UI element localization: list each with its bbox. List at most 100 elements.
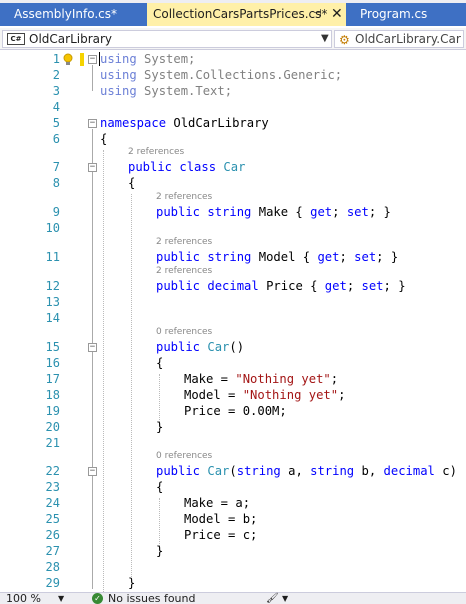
- line-number: 12: [45, 279, 60, 293]
- type-name: OldCarLibrary.Car: [355, 32, 461, 46]
- codelens-references[interactable]: 0 references: [156, 327, 212, 338]
- line-number: 18: [45, 388, 60, 402]
- code-text: ;: [330, 372, 339, 386]
- type-name: Car: [207, 464, 230, 478]
- csharp-project-icon: C#: [7, 33, 25, 45]
- collapse-icon[interactable]: −: [88, 119, 97, 128]
- glyph-margin: [0, 51, 22, 592]
- keyword: decimal: [383, 464, 435, 478]
- code-line: Model = b;: [184, 512, 258, 526]
- check-circle-icon: ✓: [92, 593, 103, 604]
- zoom-level[interactable]: 100 %: [6, 593, 41, 604]
- code-line: public class Car: [128, 159, 245, 175]
- keyword: public: [156, 279, 201, 293]
- lightbulb-icon[interactable]: [63, 53, 73, 66]
- type-dropdown[interactable]: ⚙ OldCarLibrary.Car: [334, 30, 464, 48]
- code-line: public Car(string a, string b, decimal c…: [156, 463, 457, 479]
- line-number: 22: [45, 464, 60, 478]
- type-name: Car: [223, 160, 246, 174]
- keyword: string: [207, 205, 252, 219]
- code-line: Make = "Nothing yet";: [184, 371, 338, 387]
- line-number: 15: [45, 340, 60, 354]
- code-text: b,: [354, 464, 384, 478]
- code-line: using System.Collections.Generic;: [100, 67, 342, 83]
- code-text: Make =: [184, 372, 236, 386]
- chevron-down-icon[interactable]: ▼: [58, 593, 64, 604]
- keyword: using: [100, 84, 137, 98]
- indent-guide: [103, 150, 104, 592]
- code-text: ; }: [383, 279, 406, 293]
- issues-status[interactable]: No issues found: [108, 593, 195, 604]
- code-cleanup-icon[interactable]: 🖌: [266, 593, 279, 604]
- keyword: public: [156, 340, 201, 354]
- keyword: set: [361, 279, 384, 293]
- code-line: }: [156, 544, 164, 558]
- collapse-icon[interactable]: −: [88, 343, 97, 352]
- tab-label: CollectionCarsPartsPrices.cs*: [153, 7, 328, 21]
- line-number: 26: [45, 528, 60, 542]
- code-text: ;: [339, 250, 355, 264]
- codelens-references[interactable]: 2 references: [156, 266, 212, 277]
- project-dropdown[interactable]: C# OldCarLibrary ▼: [2, 30, 332, 48]
- code-text: ;: [338, 388, 346, 402]
- keyword: public: [156, 464, 201, 478]
- code-text: Model {: [258, 250, 318, 264]
- line-number: 7: [52, 160, 60, 174]
- code-line: {: [156, 480, 164, 494]
- project-name: OldCarLibrary: [29, 32, 113, 46]
- collapse-icon[interactable]: −: [88, 467, 97, 476]
- line-number: 19: [45, 404, 60, 418]
- indent-guide: [131, 194, 132, 581]
- tab-collectioncarspartsprices[interactable]: CollectionCarsPartsPrices.cs* ⊣ ✕: [147, 3, 346, 26]
- code-text: ; }: [376, 250, 399, 264]
- code-line: public Car(): [156, 339, 244, 355]
- keyword: namespace: [100, 116, 167, 130]
- codelens-references[interactable]: 2 references: [128, 147, 184, 158]
- code-text: ;: [346, 279, 362, 293]
- collapse-icon[interactable]: −: [88, 55, 97, 64]
- line-number: 9: [52, 205, 60, 219]
- code-text: (): [229, 340, 245, 354]
- string-literal: "Nothing yet": [242, 388, 339, 402]
- collapse-icon[interactable]: −: [88, 163, 97, 172]
- indent-guide: [159, 374, 160, 422]
- code-editor[interactable]: − − − − − 1 2 3 4 5 6 7 8 9 10 11 12 13 …: [0, 51, 466, 592]
- line-number: 2: [52, 68, 60, 82]
- keyword: public: [156, 250, 201, 264]
- line-number: 11: [45, 250, 60, 264]
- outline-line: [92, 353, 93, 425]
- code-text: Make {: [258, 205, 311, 219]
- code-text: System;: [136, 52, 196, 66]
- chevron-down-icon[interactable]: ▼: [321, 31, 329, 47]
- line-number: 23: [45, 480, 60, 494]
- code-line: Price = 0.00M;: [184, 404, 287, 418]
- code-line: public string Model { get; set; }: [156, 249, 398, 265]
- codelens-references[interactable]: 2 references: [156, 192, 212, 203]
- chevron-down-icon[interactable]: ▼: [282, 593, 288, 604]
- codelens-references[interactable]: 0 references: [156, 451, 212, 462]
- line-number: 8: [52, 176, 60, 190]
- tab-label: Program.cs: [360, 7, 428, 21]
- code-text: Model =: [184, 388, 243, 402]
- tab-assemblyinfo[interactable]: AssemblyInfo.cs*: [0, 3, 147, 26]
- code-text: System.Text;: [136, 84, 233, 98]
- line-number: 21: [45, 436, 60, 450]
- line-number: 29: [45, 576, 60, 590]
- code-text: a,: [280, 464, 311, 478]
- close-icon[interactable]: ✕: [331, 3, 343, 25]
- keyword: class: [179, 160, 217, 174]
- outline-line: [92, 65, 93, 91]
- line-number: 3: [52, 84, 60, 98]
- codelens-references[interactable]: 2 references: [156, 237, 212, 248]
- string-literal: "Nothing yet": [235, 372, 331, 386]
- keyword: set: [346, 205, 369, 219]
- line-number: 28: [45, 560, 60, 574]
- pin-icon[interactable]: ⊣: [313, 3, 322, 25]
- line-number: 1: [52, 52, 60, 66]
- keyword: set: [354, 250, 377, 264]
- keyword: public: [128, 160, 173, 174]
- code-line: namespace OldCarLibrary: [100, 115, 269, 131]
- document-tab-bar: AssemblyInfo.cs* CollectionCarsPartsPric…: [0, 0, 466, 26]
- keyword: decimal: [207, 279, 259, 293]
- tab-program[interactable]: Program.cs: [346, 3, 466, 26]
